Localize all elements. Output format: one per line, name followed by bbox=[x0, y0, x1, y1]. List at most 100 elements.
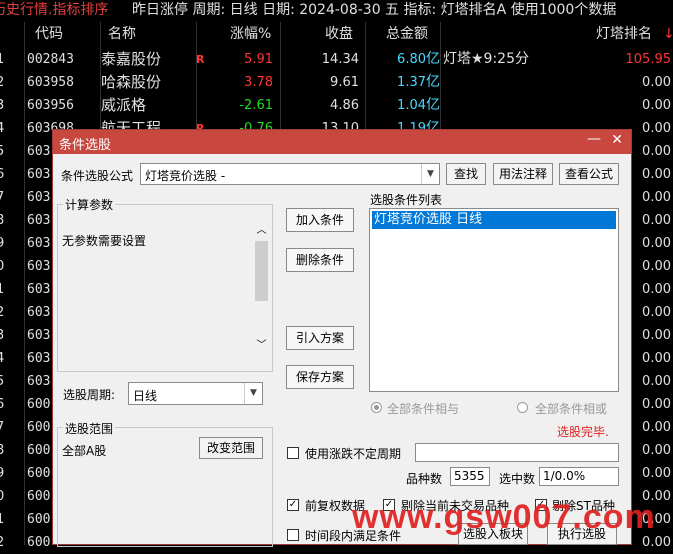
time-range-checkbox[interactable] bbox=[287, 529, 299, 541]
period-select[interactable]: 日线 ▼ bbox=[128, 382, 263, 405]
change-pct: -2.61 bbox=[239, 98, 273, 113]
scroll-up-icon[interactable]: ︿ bbox=[253, 221, 270, 236]
stock-code: 600 bbox=[27, 466, 51, 481]
rank-value: 0.00 bbox=[642, 259, 671, 274]
status-bar: 历史行情.指标排序 昨日涨停 周期: 日线 日期: 2024-08-30 五 指… bbox=[0, 0, 673, 22]
use-variable-period-label[interactable]: 使用涨跌不定周期 bbox=[305, 445, 401, 462]
stock-code: 600 bbox=[27, 443, 51, 458]
chevron-down-icon[interactable]: ▼ bbox=[421, 164, 439, 184]
amount-unit: 亿 bbox=[426, 97, 440, 113]
stock-code: 603 bbox=[27, 213, 51, 228]
stock-code: 603 bbox=[27, 259, 51, 274]
row-index: 2 bbox=[0, 75, 5, 90]
row-index: 9 bbox=[0, 466, 5, 481]
row-index: 7 bbox=[0, 190, 5, 205]
total-amount: 1.37亿 bbox=[397, 71, 440, 94]
scroll-down-icon[interactable]: ﹀ bbox=[253, 336, 270, 351]
rank-value: 0.00 bbox=[642, 190, 671, 205]
rank-value: 0.00 bbox=[642, 305, 671, 320]
total-amount: 6.80亿 bbox=[397, 48, 440, 71]
import-scheme-button[interactable]: 引入方案 bbox=[286, 326, 354, 350]
col-header-amount[interactable]: 总金额 bbox=[386, 22, 428, 46]
add-condition-button[interactable]: 加入条件 bbox=[286, 208, 354, 232]
amount-value: 6.80 bbox=[397, 52, 426, 67]
row-index: 0 bbox=[0, 259, 5, 274]
stock-code: 600 bbox=[27, 420, 51, 435]
rank-value: 0.00 bbox=[642, 328, 671, 343]
rank-value: 105.95 bbox=[625, 52, 672, 67]
col-header-code[interactable]: 代码 bbox=[35, 22, 63, 46]
rank-value: 0.00 bbox=[642, 144, 671, 159]
stock-code: 603 bbox=[27, 190, 51, 205]
range-group-title: 选股范围 bbox=[63, 420, 116, 437]
rank-value: 0.00 bbox=[642, 374, 671, 389]
rank-value: 0.00 bbox=[642, 75, 671, 90]
find-button[interactable]: 查找 bbox=[446, 163, 486, 185]
radio-all-or[interactable] bbox=[517, 402, 528, 413]
rank-value: 0.00 bbox=[642, 466, 671, 481]
period-label: 选股周期: bbox=[63, 388, 116, 402]
params-text: 无参数需要设置 bbox=[62, 234, 147, 248]
stock-code: 603 bbox=[27, 351, 51, 366]
minimize-icon[interactable]: — bbox=[587, 131, 601, 147]
row-index: 5 bbox=[0, 374, 5, 389]
formula-select-value: 灯塔竞价选股 - bbox=[145, 169, 226, 183]
margin-flag: R bbox=[196, 53, 205, 66]
dialog-title: 条件选股 bbox=[59, 138, 112, 153]
change-range-button[interactable]: 改变范围 bbox=[199, 437, 263, 459]
col-header-chg[interactable]: 涨幅% bbox=[230, 22, 271, 46]
rank-value: 0.00 bbox=[642, 351, 671, 366]
use-variable-period-checkbox[interactable] bbox=[287, 447, 299, 459]
condition-list-item[interactable]: 灯塔竞价选股 日线 bbox=[372, 211, 616, 229]
dialog-title-bar[interactable]: 条件选股 — ✕ bbox=[53, 130, 631, 154]
stock-code: 603956 bbox=[27, 98, 74, 113]
formula-select[interactable]: 灯塔竞价选股 - ▼ bbox=[140, 163, 440, 185]
amount-value: 1.37 bbox=[397, 75, 426, 90]
row-index: 4 bbox=[0, 121, 5, 136]
row-index: 9 bbox=[0, 236, 5, 251]
change-pct: 5.91 bbox=[244, 52, 273, 67]
rank-value: 0.00 bbox=[642, 236, 671, 251]
variable-period-field[interactable] bbox=[415, 443, 619, 462]
col-header-rank[interactable]: 灯塔排名 bbox=[596, 22, 652, 46]
close-price: 9.61 bbox=[330, 75, 359, 90]
radio-all-and-label[interactable]: 全部条件相与 bbox=[387, 400, 459, 417]
usage-notes-button[interactable]: 用法注释 bbox=[493, 163, 553, 185]
grid-divider bbox=[24, 22, 25, 545]
count-field: 5355 bbox=[450, 467, 490, 486]
params-scrollbar[interactable]: ︿ ﹀ bbox=[253, 221, 270, 351]
scroll-thumb[interactable] bbox=[255, 241, 268, 301]
selected-field: 1/0.0% bbox=[539, 467, 619, 486]
radio-all-and[interactable] bbox=[371, 402, 382, 413]
adjusted-data-checkbox[interactable]: ✓ bbox=[287, 499, 299, 511]
row-index: 2 bbox=[0, 535, 5, 550]
row-index: 1 bbox=[0, 52, 5, 67]
params-group bbox=[57, 204, 273, 372]
save-scheme-button[interactable]: 保存方案 bbox=[286, 365, 354, 389]
rank-value: 0.00 bbox=[642, 167, 671, 182]
stock-code: 600 bbox=[27, 489, 51, 504]
period-select-value: 日线 bbox=[133, 389, 158, 403]
chevron-down-icon[interactable]: ▼ bbox=[244, 383, 262, 404]
condition-list[interactable]: 灯塔竞价选股 日线 bbox=[369, 208, 619, 392]
stock-name: 哈森股份 bbox=[101, 73, 162, 91]
status-text: 选股完毕. bbox=[557, 425, 609, 439]
lighthouse-tag: 灯塔★9:25分 bbox=[443, 51, 529, 67]
row-index: 2 bbox=[0, 305, 5, 320]
rank-value: 0.00 bbox=[642, 420, 671, 435]
row-index: 0 bbox=[0, 489, 5, 504]
view-formula-button[interactable]: 查看公式 bbox=[559, 163, 619, 185]
delete-condition-button[interactable]: 删除条件 bbox=[286, 248, 354, 272]
radio-all-or-label[interactable]: 全部条件相或 bbox=[535, 400, 607, 417]
stock-code: 603 bbox=[27, 236, 51, 251]
rank-value: 0.00 bbox=[642, 397, 671, 412]
sort-down-icon: ↓ bbox=[663, 26, 673, 42]
stock-code: 603 bbox=[27, 374, 51, 389]
col-header-close[interactable]: 收盘 bbox=[325, 22, 353, 46]
row-index: 1 bbox=[0, 512, 5, 527]
watermark: www.gsw007.com bbox=[352, 498, 656, 536]
row-index: 3 bbox=[0, 98, 5, 113]
stock-screener-dialog: 条件选股 — ✕ 条件选股公式 灯塔竞价选股 - ▼ 查找 用法注释 查看公式 … bbox=[52, 129, 632, 547]
col-header-name[interactable]: 名称 bbox=[108, 22, 136, 46]
close-icon[interactable]: ✕ bbox=[611, 132, 623, 148]
